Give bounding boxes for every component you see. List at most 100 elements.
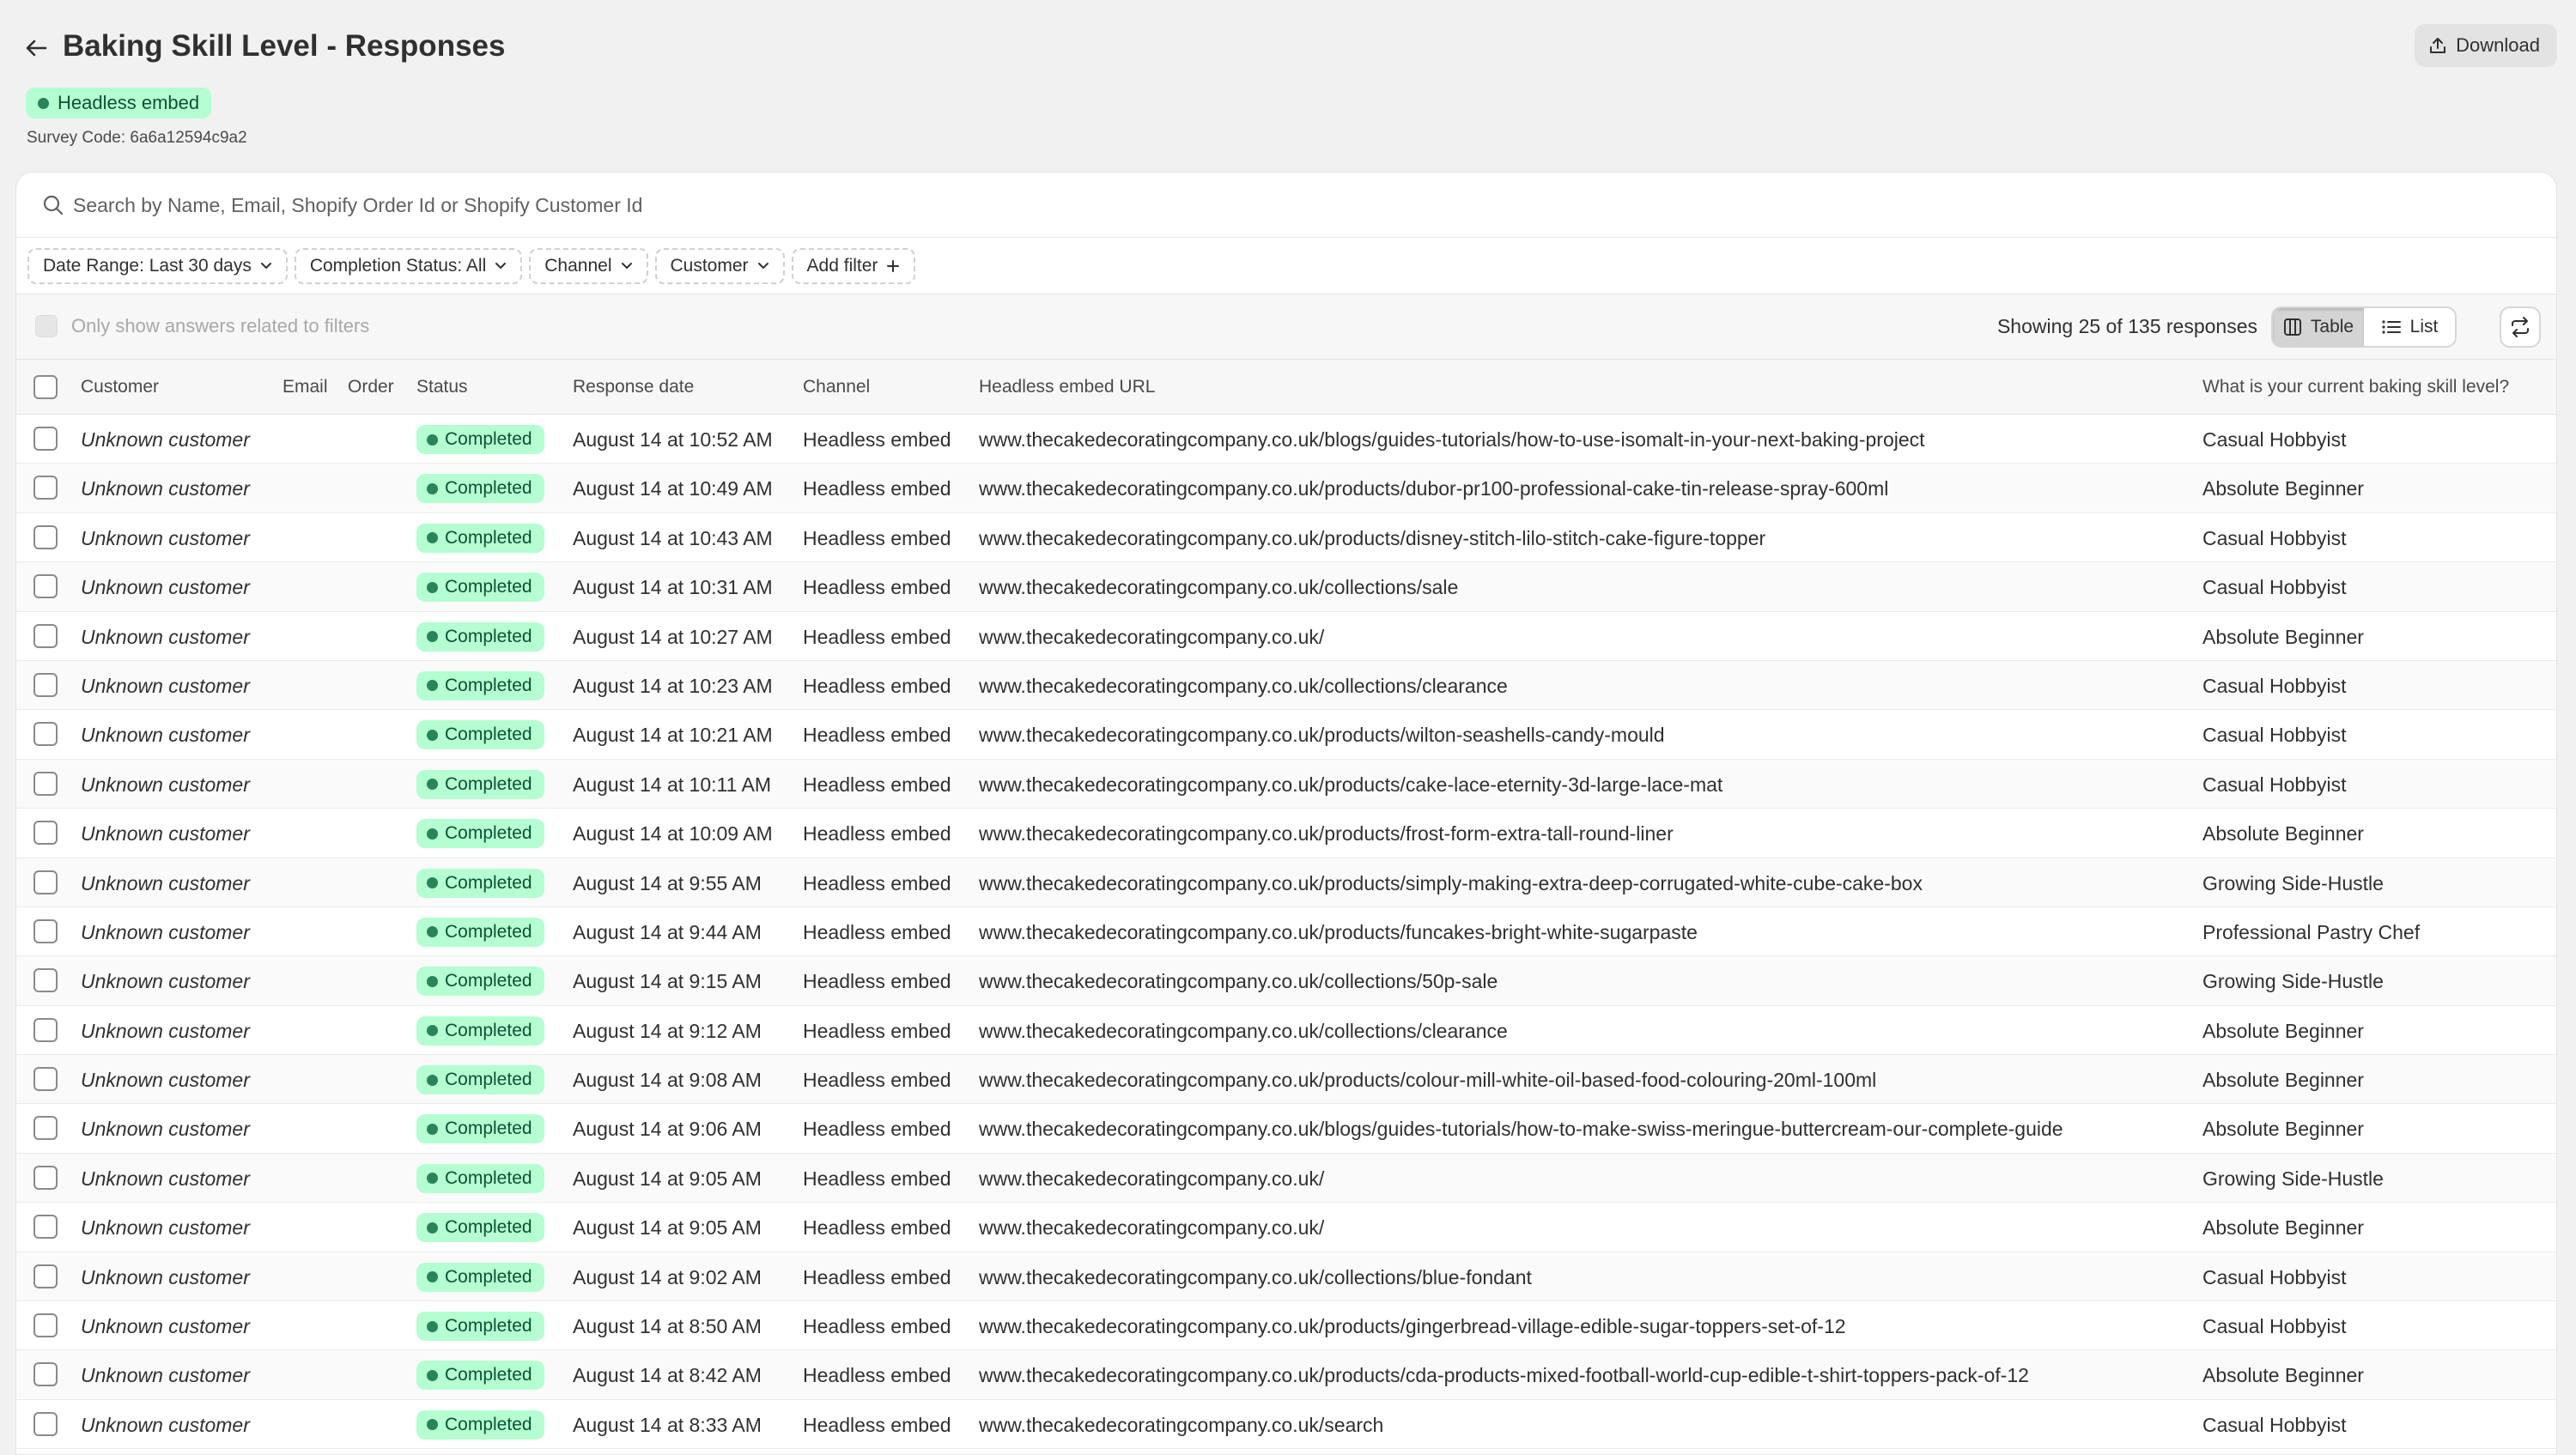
column-header-channel[interactable]: Channel xyxy=(803,377,870,397)
row-checkbox[interactable] xyxy=(33,524,58,549)
cell-channel: Headless embed xyxy=(803,1167,951,1190)
table-row[interactable]: Unknown customer Completed August 14 at 8:… xyxy=(16,1301,2556,1351)
cell-customer[interactable]: Unknown customer xyxy=(81,821,250,846)
row-checkbox[interactable] xyxy=(33,1017,58,1042)
row-checkbox[interactable] xyxy=(33,968,58,993)
filter-completion-status[interactable]: Completion Status: All xyxy=(294,247,523,284)
row-checkbox[interactable] xyxy=(33,1067,58,1092)
select-all-checkbox[interactable] xyxy=(33,375,58,399)
table-row[interactable]: Unknown customer Completed August 14 at 9:… xyxy=(16,1006,2556,1056)
column-header-response-date[interactable]: Response date xyxy=(573,377,694,397)
cell-response-date: August 14 at 10:23 AM xyxy=(573,674,773,697)
cell-customer[interactable]: Unknown customer xyxy=(81,969,250,993)
table-row[interactable]: Unknown customer Completed August 14 at 10… xyxy=(16,809,2556,858)
row-checkbox[interactable] xyxy=(33,1362,58,1387)
row-checkbox[interactable] xyxy=(33,771,58,796)
table-row[interactable]: Unknown customer Completed August 14 at 9:… xyxy=(16,1252,2556,1302)
cell-response-date: August 14 at 9:12 AM xyxy=(573,1019,762,1042)
column-header-customer[interactable]: Customer xyxy=(81,377,159,397)
column-header-answer[interactable]: What is your current baking skill level? xyxy=(2202,377,2509,397)
table-row[interactable]: Unknown customer Completed August 14 at 9:… xyxy=(16,956,2556,1006)
cell-customer[interactable]: Unknown customer xyxy=(81,1413,250,1437)
table-row[interactable]: Unknown customer Completed August 14 at 9:… xyxy=(16,1055,2556,1105)
upload-icon xyxy=(2430,38,2446,53)
cell-url: www.thecakedecoratingcompany.co.uk/colle… xyxy=(979,576,1459,599)
table-row[interactable]: Unknown customer Completed August 14 at 10… xyxy=(16,612,2556,661)
refresh-button[interactable] xyxy=(2500,306,2541,348)
chevron-down-icon xyxy=(260,262,271,269)
table-row[interactable]: Unknown customer Completed August 14 at 9:… xyxy=(16,1153,2556,1203)
cell-customer[interactable]: Unknown customer xyxy=(81,1314,250,1338)
row-checkbox[interactable] xyxy=(33,574,58,599)
cell-response-date: August 14 at 10:27 AM xyxy=(573,625,773,648)
cell-customer[interactable]: Unknown customer xyxy=(81,871,250,895)
column-header-url[interactable]: Headless embed URL xyxy=(979,377,1155,397)
cell-customer[interactable]: Unknown customer xyxy=(81,674,250,698)
back-button[interactable] xyxy=(19,31,53,65)
table-row[interactable]: Unknown customer Completed August 14 at 8:… xyxy=(16,1400,2556,1450)
table-row[interactable]: Unknown customer Completed August 14 at 10… xyxy=(16,710,2556,760)
cell-customer[interactable]: Unknown customer xyxy=(81,476,250,500)
download-button[interactable]: Download xyxy=(2415,24,2557,67)
table-row[interactable]: Unknown customer Completed August 14 at 9:… xyxy=(16,1203,2556,1252)
cell-customer[interactable]: Unknown customer xyxy=(81,1216,250,1240)
row-checkbox[interactable] xyxy=(33,476,58,500)
table-row[interactable]: Unknown customer Completed August 14 at 8:… xyxy=(16,1350,2556,1400)
cell-customer[interactable]: Unknown customer xyxy=(81,920,250,944)
cell-customer[interactable]: Unknown customer xyxy=(81,427,250,452)
cell-response-date: August 14 at 9:05 AM xyxy=(573,1216,762,1240)
column-header-order[interactable]: Order xyxy=(348,377,394,397)
cell-url: www.thecakedecoratingcompany.co.uk/blogs… xyxy=(979,428,1925,451)
row-checkbox[interactable] xyxy=(33,1116,58,1141)
column-header-status[interactable]: Status xyxy=(416,377,468,397)
row-checkbox[interactable] xyxy=(33,1264,58,1288)
filter-date-range[interactable]: Date Range: Last 30 days xyxy=(27,247,288,284)
table-row[interactable]: Unknown customer Completed August 14 at 10… xyxy=(16,464,2556,513)
filter-channel[interactable]: Channel xyxy=(529,247,648,284)
table-row[interactable]: Unknown customer Completed August 14 at 10… xyxy=(16,415,2556,464)
table-body: Unknown customer Completed August 14 at 10… xyxy=(16,415,2556,1450)
row-checkbox[interactable] xyxy=(33,1411,58,1436)
cell-customer[interactable]: Unknown customer xyxy=(81,1117,250,1141)
view-table-button[interactable]: Table xyxy=(2273,308,2364,346)
cell-customer[interactable]: Unknown customer xyxy=(81,1363,250,1387)
row-checkbox[interactable] xyxy=(33,1165,58,1190)
table-row[interactable]: Unknown customer Completed August 14 at 9:… xyxy=(16,858,2556,907)
row-checkbox[interactable] xyxy=(33,918,58,943)
cell-response-date: August 14 at 8:42 AM xyxy=(573,1364,762,1387)
cell-customer[interactable]: Unknown customer xyxy=(81,723,250,747)
cell-customer[interactable]: Unknown customer xyxy=(81,1265,250,1289)
cell-answer: Absolute Beginner xyxy=(2202,1364,2364,1387)
table-row[interactable]: Unknown customer Completed August 14 at 10… xyxy=(16,759,2556,809)
cell-customer[interactable]: Unknown customer xyxy=(81,625,250,649)
column-header-email[interactable]: Email xyxy=(283,377,328,397)
table-row[interactable]: Unknown customer Completed August 14 at 9:… xyxy=(16,1104,2556,1154)
search-input[interactable] xyxy=(73,186,2520,224)
row-checkbox[interactable] xyxy=(33,870,58,894)
cell-customer[interactable]: Unknown customer xyxy=(81,1019,250,1043)
row-checkbox[interactable] xyxy=(33,722,58,747)
table-row[interactable]: Unknown customer Completed August 14 at 10… xyxy=(16,562,2556,612)
cell-customer[interactable]: Unknown customer xyxy=(81,1068,250,1092)
table-row[interactable]: Unknown customer Completed August 14 at 10… xyxy=(16,513,2556,563)
cell-answer: Casual Hobbyist xyxy=(2202,773,2347,796)
row-checkbox[interactable] xyxy=(33,672,58,697)
row-checkbox[interactable] xyxy=(33,623,58,648)
table-row[interactable]: Unknown customer Completed August 14 at 9:… xyxy=(16,907,2556,957)
only-show-checkbox[interactable] xyxy=(35,315,58,337)
row-checkbox[interactable] xyxy=(33,1215,58,1240)
cell-customer[interactable]: Unknown customer xyxy=(81,575,250,599)
row-checkbox[interactable] xyxy=(33,427,58,451)
view-list-button[interactable]: List xyxy=(2364,308,2455,346)
cell-answer: Absolute Beginner xyxy=(2202,1118,2364,1141)
row-checkbox[interactable] xyxy=(33,821,58,846)
cell-customer[interactable]: Unknown customer xyxy=(81,1167,250,1191)
cell-customer[interactable]: Unknown customer xyxy=(81,526,250,550)
filter-customer[interactable]: Customer xyxy=(654,247,785,284)
cell-channel: Headless embed xyxy=(803,1364,951,1387)
row-checkbox[interactable] xyxy=(33,1313,58,1338)
cell-customer[interactable]: Unknown customer xyxy=(81,773,250,797)
cell-url: www.thecakedecoratingcompany.co.uk/produ… xyxy=(979,1069,1877,1092)
table-row[interactable]: Unknown customer Completed August 14 at 10… xyxy=(16,660,2556,711)
add-filter-button[interactable]: Add filter xyxy=(791,247,916,284)
